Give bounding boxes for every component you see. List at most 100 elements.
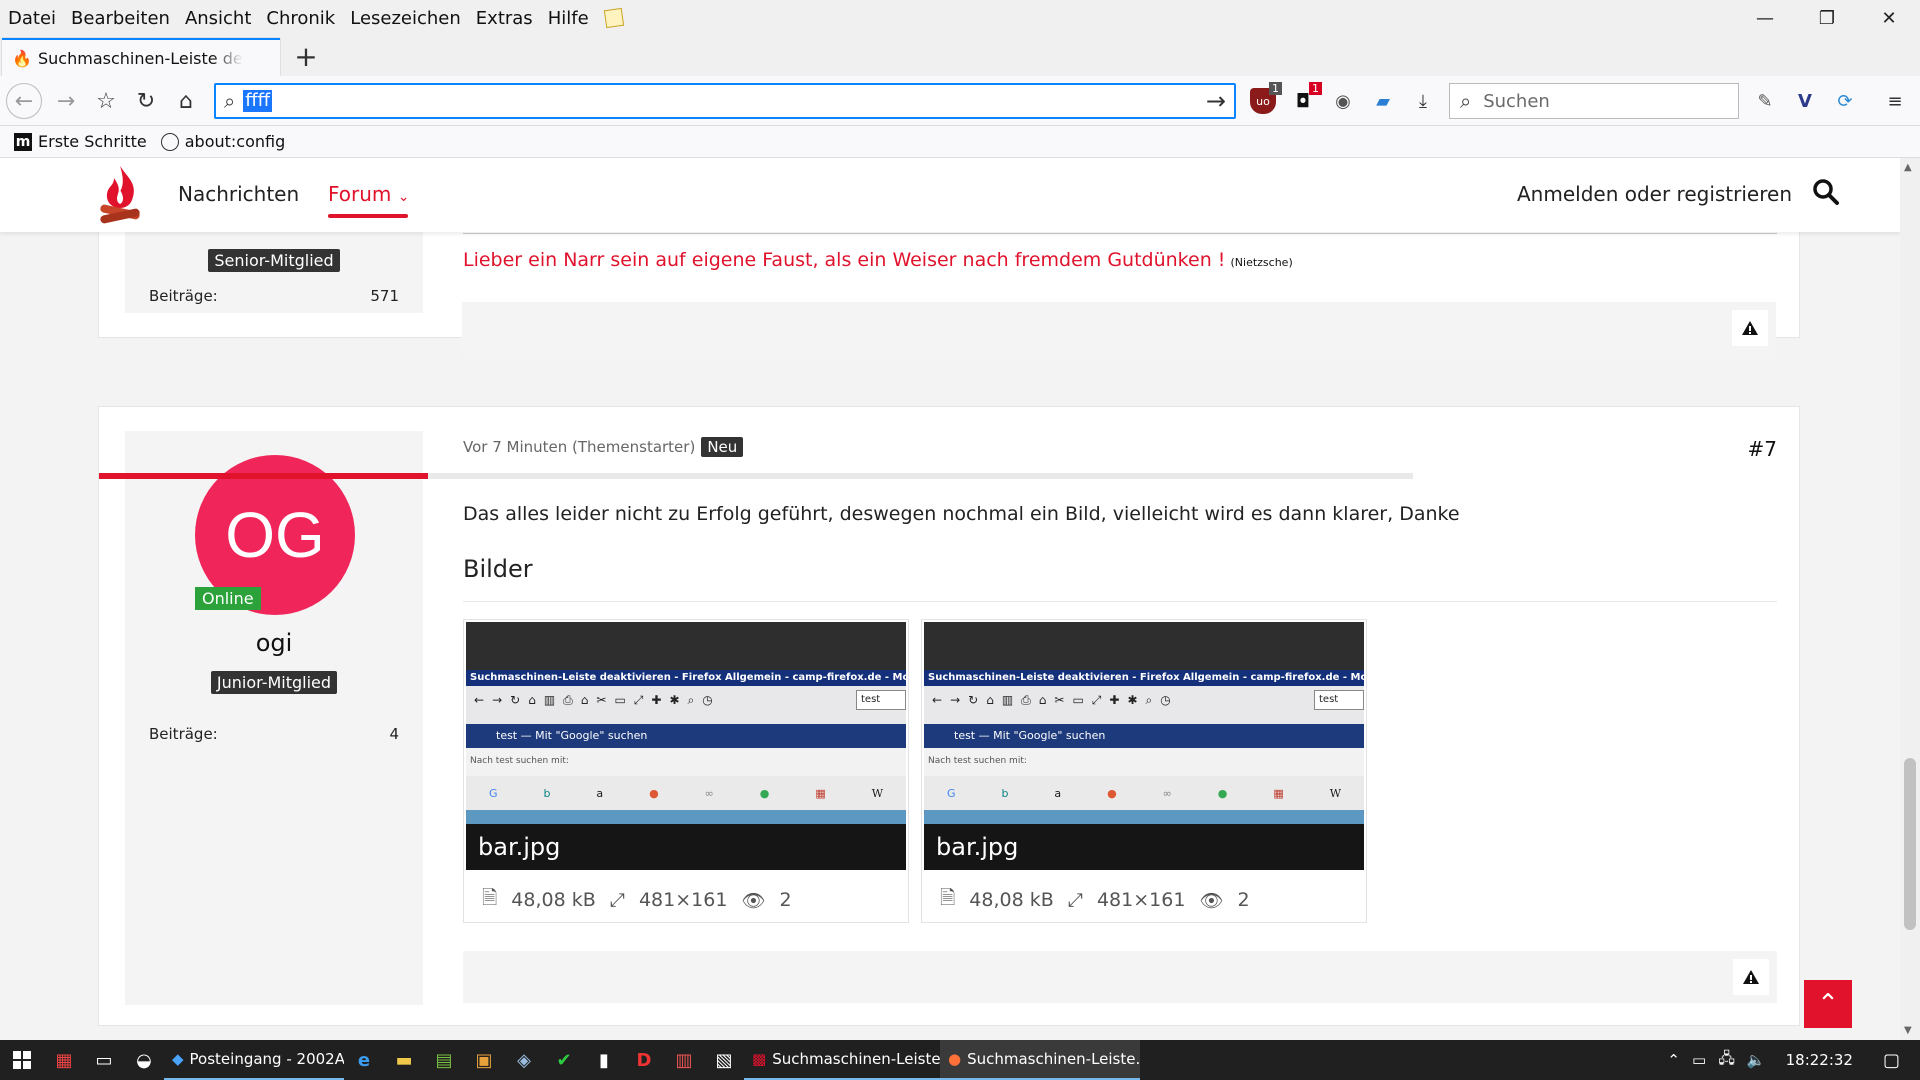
signature-quote: Lieber ein Narr sein auf eigene Faust, a… <box>463 249 1226 271</box>
close-window-icon[interactable]: ✕ <box>1858 0 1920 36</box>
search-bar[interactable]: ⌕ Suchen <box>1449 83 1739 119</box>
login-register-link[interactable]: Anmelden oder registrieren <box>1517 182 1792 206</box>
app-icon[interactable]: ▭ <box>84 1040 124 1080</box>
author-name[interactable]: ogi <box>125 629 423 657</box>
tab-strip: 🔥 Suchmaschinen-Leiste deaktivieren + <box>0 36 1920 76</box>
notepad-icon[interactable] <box>603 7 624 29</box>
taskbar-task-browser-1[interactable]: ▩ Suchmaschinen-Leiste... <box>744 1040 940 1080</box>
new-badge: Neu <box>701 437 744 457</box>
posts-label: Beiträge: <box>149 287 218 305</box>
bookmark-star-icon[interactable]: ☆ <box>88 83 124 119</box>
online-badge: Online <box>195 587 261 610</box>
file-icon: 🗎 <box>482 887 498 909</box>
reload-button[interactable]: ↻ <box>128 83 164 119</box>
hamburger-menu-icon[interactable]: ≡ <box>1882 88 1908 114</box>
nav-nachrichten[interactable]: Nachrichten <box>178 182 299 206</box>
menu-bearbeiten[interactable]: Bearbeiten <box>71 8 170 29</box>
firefox-icon: ● <box>948 1050 962 1068</box>
v-extension-icon[interactable]: V <box>1792 88 1818 114</box>
attachment-card[interactable]: Suchmaschinen-Leiste deaktivieren - Fire… <box>463 619 909 923</box>
app-icon[interactable]: ▦ <box>44 1040 84 1080</box>
menu-ansicht[interactable]: Ansicht <box>185 8 251 29</box>
campfire-logo-icon[interactable] <box>98 164 142 226</box>
edge-icon[interactable]: e <box>344 1040 384 1080</box>
thumb-toolbar: ← → ↻ ⌂ ▥ ⎙ ⌂ ✂ ▭ ⤢ ✚ ✱ ⌕ ◷ test <box>924 686 1364 714</box>
role-badge: Junior-Mitglied <box>210 671 338 694</box>
app-icon[interactable]: ▣ <box>464 1040 504 1080</box>
page-scrollbar[interactable]: ▲ ▼ <box>1900 158 1920 1040</box>
minimize-icon[interactable]: — <box>1734 0 1796 36</box>
clock[interactable]: 18:22:32 <box>1786 1051 1853 1069</box>
tab-active[interactable]: 🔥 Suchmaschinen-Leiste deaktivieren <box>2 38 280 76</box>
app-icon[interactable]: D <box>624 1040 664 1080</box>
post-number[interactable]: #7 <box>1748 437 1777 461</box>
home-button[interactable]: ⌂ <box>168 83 204 119</box>
account-icon[interactable]: ◉ <box>1330 88 1356 114</box>
app-icon[interactable]: ◒ <box>124 1040 164 1080</box>
menu-chronik[interactable]: Chronik <box>266 8 335 29</box>
images-section-title: Bilder <box>463 555 533 583</box>
notes-icon[interactable]: ✎ <box>1752 88 1778 114</box>
post-time[interactable]: Vor 7 Minuten (Themenstarter) <box>463 438 695 456</box>
battery-icon[interactable]: ▭ <box>1692 1051 1706 1069</box>
window-controls: — ❐ ✕ <box>1734 0 1920 36</box>
menu-bar: Datei Bearbeiten Ansicht Chronik Lesezei… <box>0 0 1920 36</box>
scroll-to-top-button[interactable]: ⌃ <box>1804 980 1852 1028</box>
app-icon[interactable]: ✔ <box>544 1040 584 1080</box>
app-icon[interactable]: ▤ <box>424 1040 464 1080</box>
app-icon[interactable]: ◈ <box>504 1040 544 1080</box>
warning-icon <box>1743 970 1759 984</box>
thumb-dropdown: test — Mit "Google" suchen <box>466 724 906 748</box>
thumb-search-box: test <box>856 690 906 710</box>
url-bar[interactable]: ⌕ ffff → <box>214 83 1236 119</box>
bookmark-erste-schritte[interactable]: m Erste Schritte <box>14 132 147 151</box>
new-tab-button[interactable]: + <box>288 36 324 76</box>
taskbar-task-browser-2[interactable]: ● Suchmaschinen-Leiste... <box>940 1040 1140 1080</box>
explorer-folder-icon[interactable]: ▬ <box>384 1040 424 1080</box>
header-search-icon[interactable] <box>1812 178 1840 206</box>
report-button[interactable] <box>1732 310 1768 346</box>
menu-lesezeichen[interactable]: Lesezeichen <box>350 8 461 29</box>
sync-icon[interactable]: ⟳ <box>1832 88 1858 114</box>
nav-forum[interactable]: Forum ⌄ <box>328 182 410 206</box>
folder-icon[interactable]: ▰ <box>1370 88 1396 114</box>
attachment-thumbnail[interactable]: Suchmaschinen-Leiste deaktivieren - Fire… <box>924 622 1364 870</box>
tray-chevron-icon[interactable]: ⌃ <box>1667 1051 1680 1069</box>
restore-icon[interactable]: ❐ <box>1796 0 1858 36</box>
scroll-up-icon[interactable]: ▲ <box>1904 162 1912 173</box>
site-header: Nachrichten Forum ⌄ Anmelden oder regist… <box>0 158 1900 232</box>
file-icon: 🗎 <box>940 887 956 909</box>
thumb-hint: Nach test suchen mit: <box>466 748 906 776</box>
posts-label: Beiträge: <box>149 725 218 743</box>
menu-extras[interactable]: Extras <box>476 8 533 29</box>
url-input[interactable]: ffff <box>243 90 273 112</box>
attachment-card[interactable]: Suchmaschinen-Leiste deaktivieren - Fire… <box>921 619 1367 923</box>
scroll-down-icon[interactable]: ▼ <box>1904 1025 1912 1036</box>
post-7-author-sidebar: OG Online ogi Junior-Mitglied Beiträge: … <box>125 431 423 1005</box>
back-button[interactable]: ← <box>6 83 42 119</box>
taskbar-task-mail[interactable]: ◆ Posteingang - 2002An... <box>164 1040 344 1080</box>
role-badge: Senior-Mitglied <box>208 249 340 272</box>
bookmark-about-config[interactable]: about:config <box>160 132 285 151</box>
go-arrow-icon[interactable]: → <box>1206 87 1226 115</box>
app-icon[interactable]: ▥ <box>664 1040 704 1080</box>
menu-datei[interactable]: Datei <box>8 8 56 29</box>
signature-separator <box>463 233 1777 234</box>
extension-icon[interactable]: ◘ 1 <box>1290 82 1322 114</box>
images-section-rule <box>463 601 1777 602</box>
app-icon[interactable]: ▮ <box>584 1040 624 1080</box>
notification-icon[interactable]: ▢ <box>1883 1050 1900 1071</box>
menu-hilfe[interactable]: Hilfe <box>548 8 589 29</box>
ublock-badge: 1 <box>1269 82 1282 95</box>
attachment-thumbnail[interactable]: Suchmaschinen-Leiste deaktivieren - Fire… <box>466 622 906 870</box>
download-icon[interactable]: ⤓ <box>1410 88 1436 114</box>
app-icon[interactable]: ▧ <box>704 1040 744 1080</box>
network-icon[interactable]: 🖧 <box>1718 1048 1735 1073</box>
ublock-icon[interactable]: uo 1 <box>1250 82 1282 114</box>
scroll-thumb[interactable] <box>1904 758 1916 930</box>
start-windows-icon[interactable] <box>0 1040 44 1080</box>
volume-icon[interactable]: 🔈 <box>1747 1051 1766 1069</box>
attachment-views: 2 <box>779 889 792 911</box>
report-button[interactable] <box>1733 959 1769 995</box>
forward-button[interactable]: → <box>48 83 84 119</box>
